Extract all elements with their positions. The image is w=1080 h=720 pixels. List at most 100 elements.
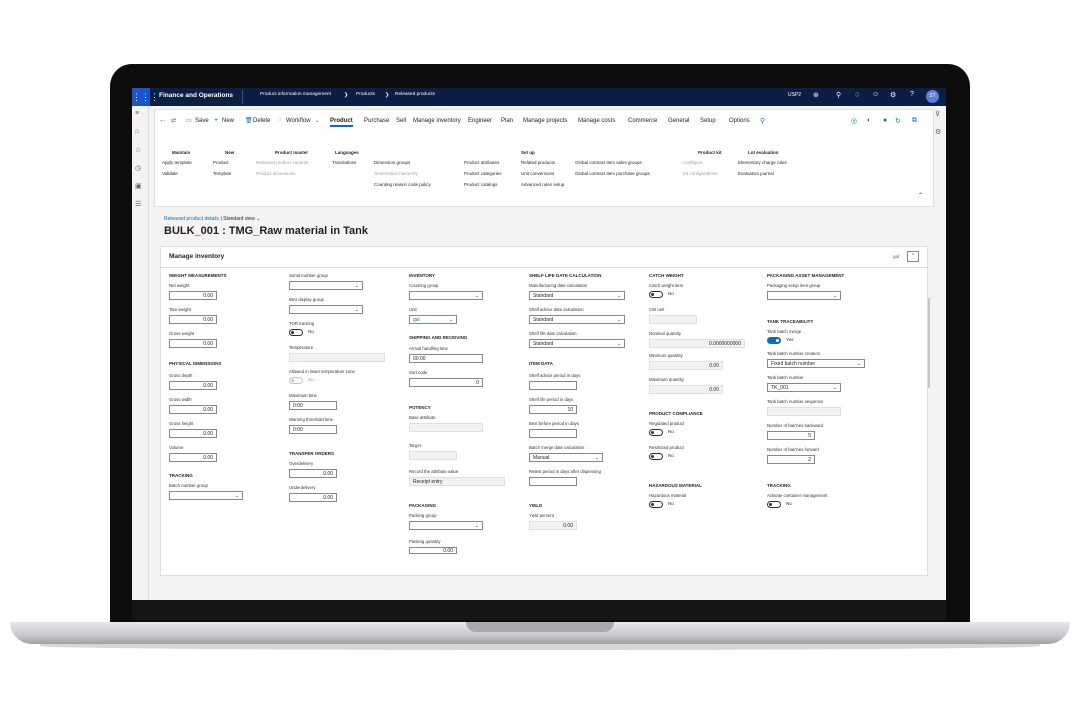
sort-code-field[interactable]: 0 [409, 378, 483, 387]
fasttab-summary-unit[interactable]: gal [893, 254, 899, 259]
evaluation-journal-button[interactable]: Evaluation journal [738, 171, 774, 176]
workflow-button[interactable]: Workflow [286, 118, 311, 124]
shelf-life-period-field[interactable]: 10 [529, 405, 577, 414]
product-categories-button[interactable]: Product categories [464, 171, 502, 176]
tab-engineer[interactable]: Engineer [468, 118, 492, 124]
shelf-advice-calc-select[interactable]: Standard ⌄ [529, 315, 625, 324]
retest-period-field[interactable] [529, 477, 577, 486]
serial-number-group-select[interactable]: ⌄ [289, 281, 363, 290]
tor-tracking-toggle[interactable] [289, 329, 303, 336]
gross-weight-field[interactable]: 0.00 [169, 339, 217, 348]
back-icon[interactable]: ← [159, 117, 166, 124]
manufacturing-date-select[interactable]: Standard ⌄ [529, 291, 625, 300]
restricted-product-toggle[interactable] [649, 453, 663, 460]
configure-button[interactable]: Configure [683, 160, 703, 165]
batches-backward-field[interactable]: 5 [767, 431, 815, 440]
save-button[interactable]: Save [195, 118, 209, 124]
catch-weight-item-toggle[interactable] [649, 291, 663, 298]
tab-commerce[interactable]: Commerce [628, 118, 657, 124]
hazardous-material-toggle[interactable] [649, 501, 663, 508]
help-icon[interactable]: ? [910, 91, 914, 98]
app-launcher-icon[interactable]: ⋮⋮⋮ [132, 88, 159, 106]
allowed-lower-temp-toggle[interactable] [289, 377, 303, 384]
shelf-advice-period-field[interactable] [529, 381, 577, 390]
tab-purchase[interactable]: Purchase [364, 118, 389, 124]
translations-button[interactable]: Translations [332, 160, 356, 165]
released-product-details-link[interactable]: Released product details [164, 216, 219, 222]
underdelivery-field[interactable]: 0.00 [289, 493, 337, 502]
batch-merge-date-select[interactable]: Manual ⌄ [529, 453, 603, 462]
product-dimensions-button[interactable]: Product dimensions [256, 171, 296, 176]
maximum-time-field[interactable]: 0:00 [289, 401, 337, 410]
reservation-hierarchy-button[interactable]: Reservation hierarchy [374, 171, 418, 176]
new-template-button[interactable]: Template [213, 171, 231, 176]
search-icon[interactable]: ⚲ [836, 91, 841, 99]
tank-batch-creation-select[interactable]: Fixed batch number ⌄ [767, 359, 865, 368]
avatar[interactable]: ST [926, 90, 939, 103]
global-contract-item-sales-groups-button[interactable]: Global contract item sales groups [575, 160, 642, 165]
tank-batch-merge-toggle[interactable] [767, 337, 781, 344]
gross-width-field[interactable]: 0.00 [169, 405, 217, 414]
delete-button[interactable]: Delete [253, 118, 270, 124]
breadcrumb-item[interactable]: Product information management [260, 92, 331, 97]
net-weight-field[interactable]: 0.00 [169, 291, 217, 300]
overdelivery-field[interactable]: 0.00 [289, 469, 337, 478]
global-contract-item-purchase-groups-button[interactable]: Global contract item purchase groups [575, 171, 650, 176]
vertical-scrollbar[interactable] [928, 298, 930, 388]
activate-container-toggle[interactable] [767, 501, 781, 508]
apply-template-button[interactable]: Apply template [162, 160, 192, 165]
batches-forward-field[interactable]: 2 [767, 455, 815, 464]
tab-manage-projects[interactable]: Manage projects [523, 118, 567, 124]
regulated-product-toggle[interactable] [649, 429, 663, 436]
notification-icon[interactable]: ♢ [854, 91, 860, 99]
tab-sell[interactable]: Sell [396, 118, 406, 124]
best-before-field[interactable] [529, 429, 577, 438]
shelf-life-calc-select[interactable]: Standard ⌄ [529, 339, 625, 348]
product-catalogs-button[interactable]: Product catalogs [464, 182, 498, 187]
bom-display-group-select[interactable]: ⌄ [289, 305, 363, 314]
refresh-icon[interactable]: ↻ [895, 117, 901, 125]
product-attributes-button[interactable]: Product attributes [464, 160, 499, 165]
advanced-rules-setup-button[interactable]: Advanced rules setup [521, 182, 564, 187]
kit-configurations-button[interactable]: Kit configurations [683, 171, 718, 176]
collapse-icon[interactable]: ⌃ [918, 192, 923, 199]
elementary-charge-rules-button[interactable]: Elementary charge rules [738, 160, 787, 165]
new-product-button[interactable]: Product [213, 160, 229, 165]
tab-product[interactable]: Product [330, 118, 353, 127]
list-icon[interactable]: ☰ [135, 200, 141, 208]
packing-quantity-field[interactable]: 0.00 [409, 547, 457, 554]
search-icon[interactable]: ⚲ [760, 117, 765, 125]
breadcrumb-item[interactable]: Products [356, 92, 375, 97]
gross-depth-field[interactable]: 0.00 [169, 381, 217, 390]
tab-manage-costs[interactable]: Manage costs [578, 118, 615, 124]
related-products-button[interactable]: Related products [521, 160, 555, 165]
gross-height-field[interactable]: 0.00 [169, 429, 217, 438]
settings-icon[interactable]: ⚙ [935, 128, 941, 136]
clock-icon[interactable]: ◷ [135, 164, 141, 172]
tab-options[interactable]: Options [729, 118, 750, 124]
warning-threshold-field[interactable]: 0:00 [289, 425, 337, 434]
feedback-icon[interactable]: ☺ [872, 91, 879, 98]
tab-manage-inventory[interactable]: Manage inventory [413, 118, 461, 124]
tab-general[interactable]: General [668, 118, 689, 124]
unit-select[interactable]: gal ⌄ [409, 315, 457, 324]
hamburger-icon[interactable]: ≡ [135, 110, 139, 117]
star-icon[interactable]: ☆ [135, 146, 141, 154]
tank-batch-number-select[interactable]: TK_001 ⌄ [767, 383, 841, 392]
fasttab-title[interactable]: Manage inventory [169, 253, 224, 260]
breadcrumb-item[interactable]: Released products [395, 92, 435, 97]
validate-button[interactable]: Validate [162, 171, 178, 176]
app-title[interactable]: Finance and Operations [159, 92, 233, 99]
attach-icon[interactable]: ◎ [851, 117, 857, 125]
sync-icon[interactable]: ⊛ [813, 91, 819, 99]
tab-setup[interactable]: Setup [700, 118, 716, 124]
view-selector[interactable]: Standard view [223, 216, 255, 222]
open-new-window-icon[interactable]: ⧉ [912, 117, 917, 125]
unit-conversions-button[interactable]: Unit conversions [521, 171, 554, 176]
filter-icon[interactable]: ⊽ [935, 110, 940, 118]
arrival-handling-field[interactable]: 00:00 [409, 354, 483, 363]
released-product-variants-button[interactable]: Released product variants [256, 160, 308, 165]
packaging-setup-group-select[interactable]: ⌄ [767, 291, 841, 300]
gear-icon[interactable]: ⚙ [890, 91, 896, 99]
batch-number-group-select[interactable]: ⌄ [169, 491, 243, 500]
